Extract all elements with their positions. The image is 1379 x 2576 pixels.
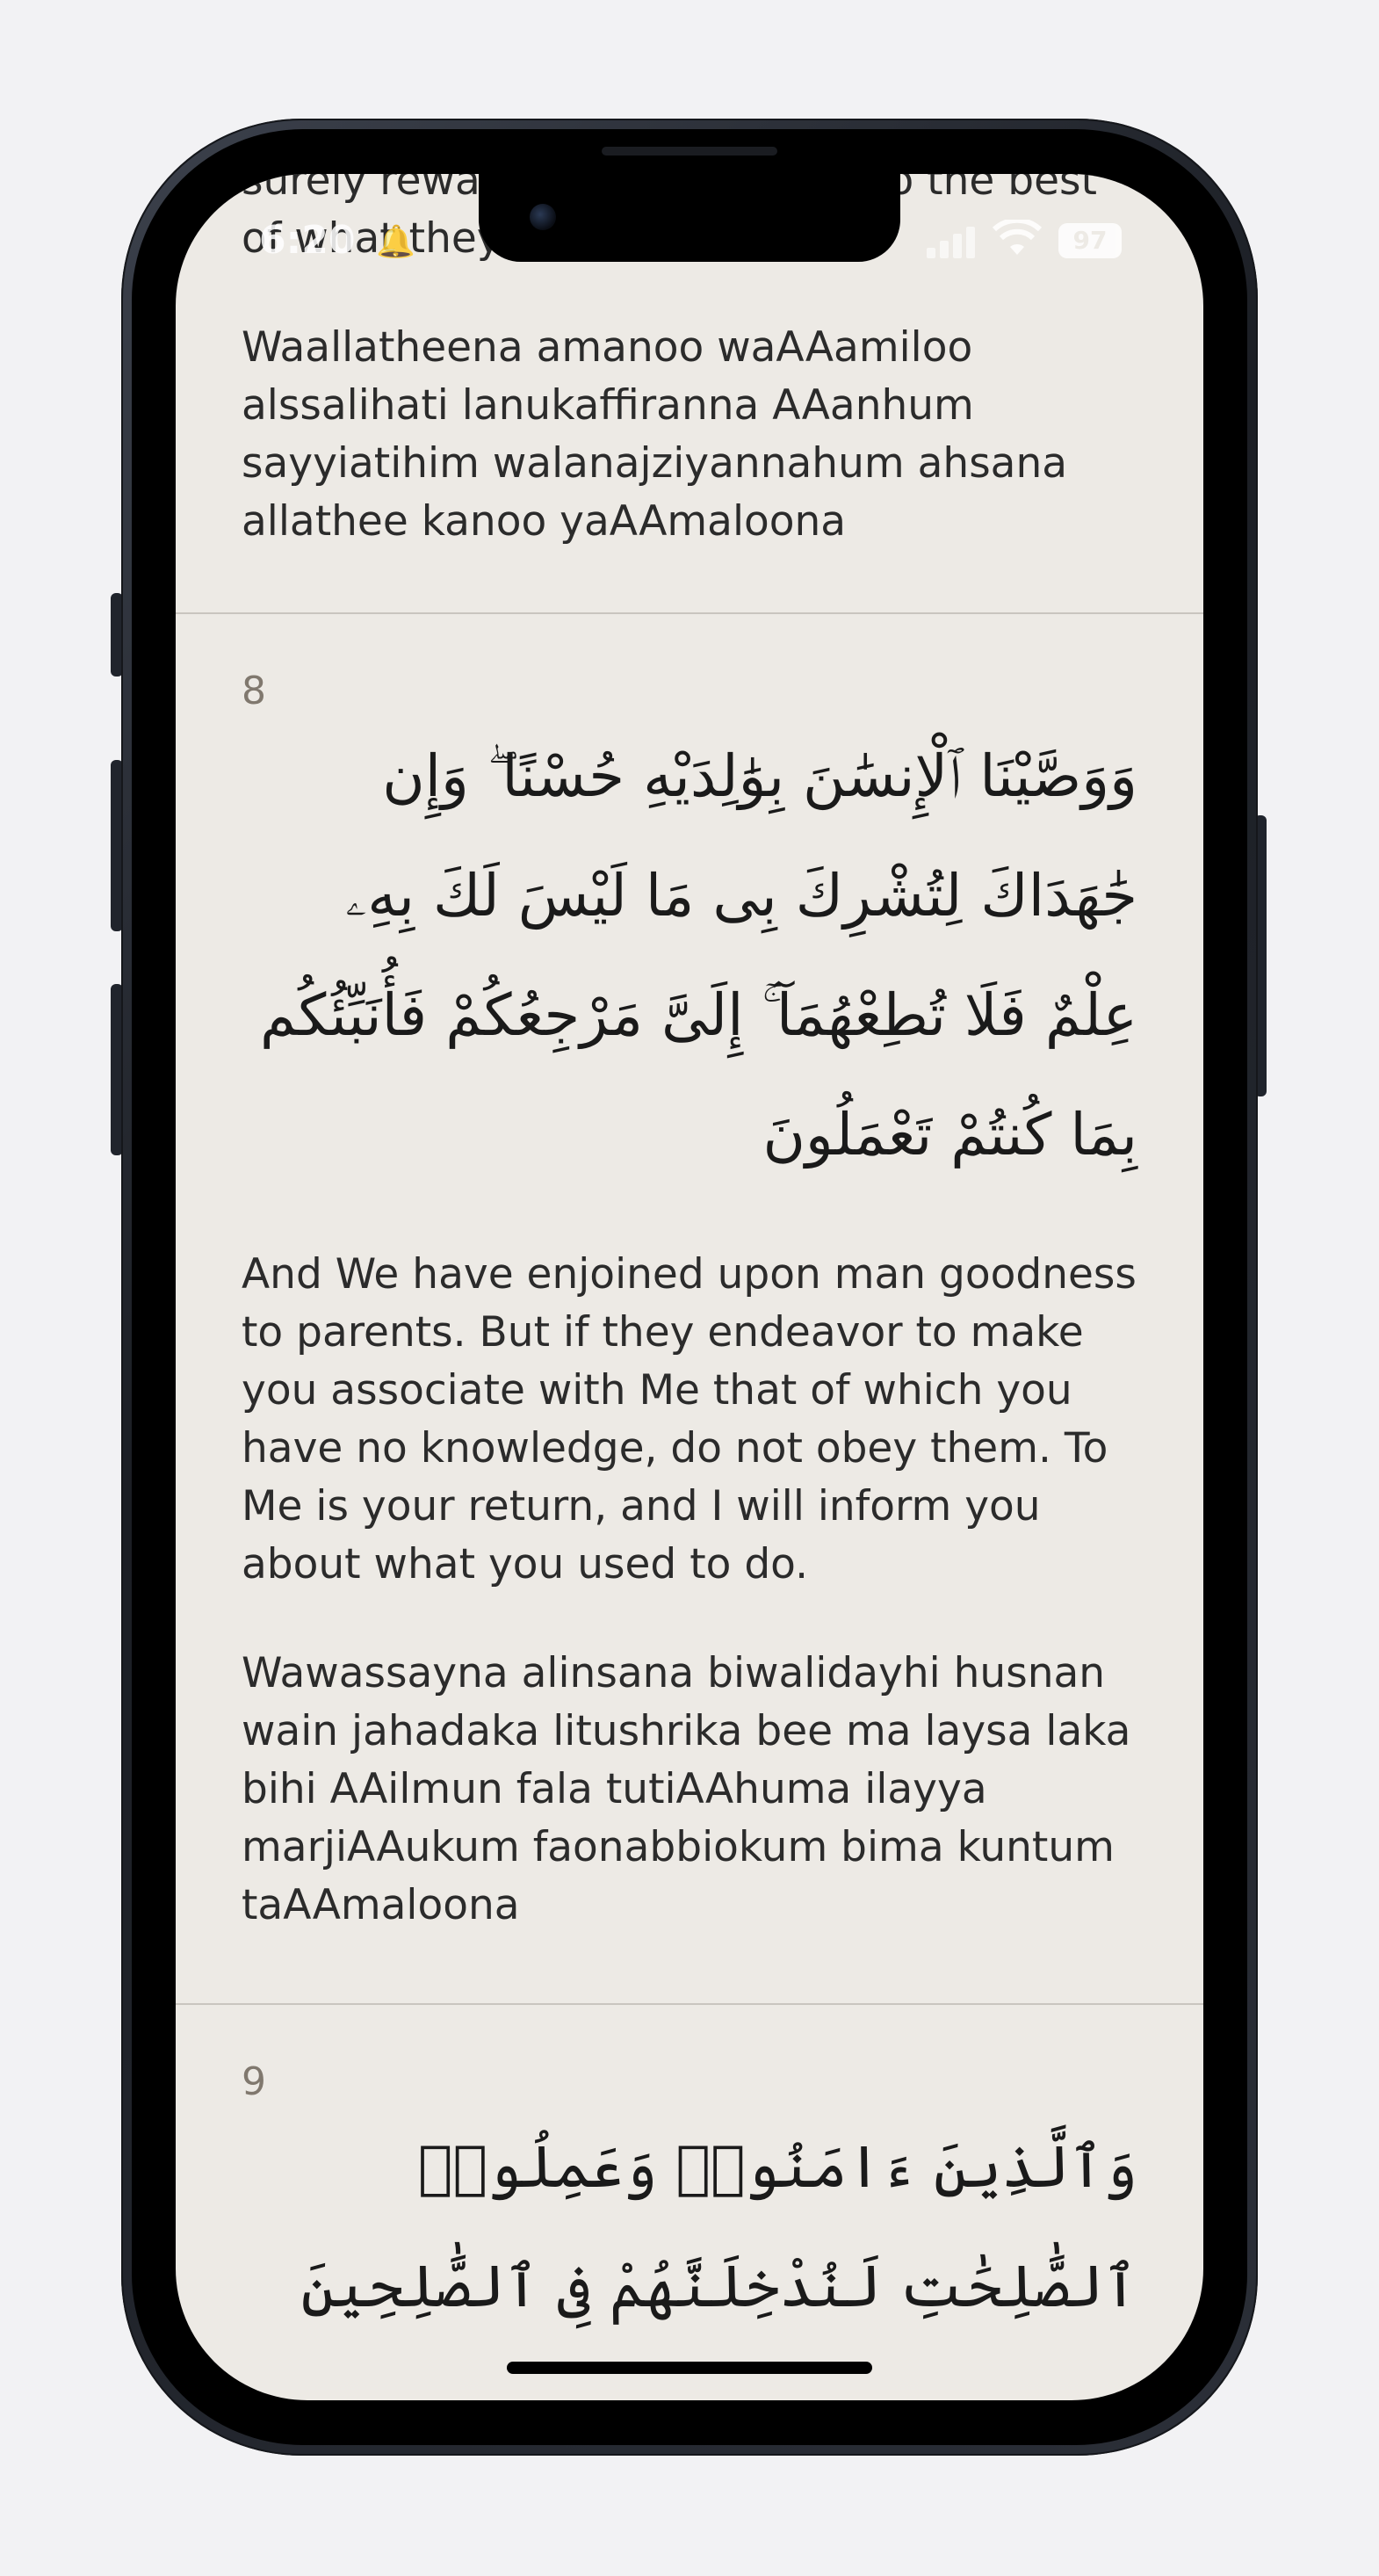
verse-arabic-text: وَوَصَّيْنَا ٱلْإِنسَٰنَ بِوَٰلِدَيْهِ ح… [260, 742, 1137, 1169]
verse-list[interactable]: surely reward them according to the best… [176, 174, 1203, 2347]
verse-translation: And We have enjoined upon man goodness t… [242, 1250, 1137, 1588]
device-mockup: surely reward them according to the best… [0, 0, 1379, 2576]
front-camera-icon [530, 204, 556, 230]
home-indicator[interactable] [507, 2362, 872, 2374]
verse-number: 9 [242, 2059, 266, 2104]
verse-item: 8 وَوَصَّيْنَا ٱلْإِنسَٰنَ بِوَٰلِدَيْهِ… [176, 614, 1203, 2005]
verse-arabic-text: وَٱلَّذِينَ ءَامَنُوا۟ وَعَمِلُوا۟ ٱلصَّ… [300, 2133, 1137, 2320]
verse-item: 9 وَٱلَّذِينَ ءَامَنُوا۟ وَعَمِلُوا۟ ٱلص… [176, 2005, 1203, 2347]
camera-notch [479, 174, 900, 262]
verse-number: 8 [242, 669, 266, 713]
screen[interactable]: surely reward them according to the best… [176, 174, 1203, 2400]
verse-transliteration: Waallatheena amanoo waAAamiloo alssaliha… [242, 323, 1068, 546]
verse-transliteration: Wawassayna alinsana biwalidayhi husnan w… [242, 1649, 1131, 1929]
earpiece-speaker [602, 147, 777, 156]
